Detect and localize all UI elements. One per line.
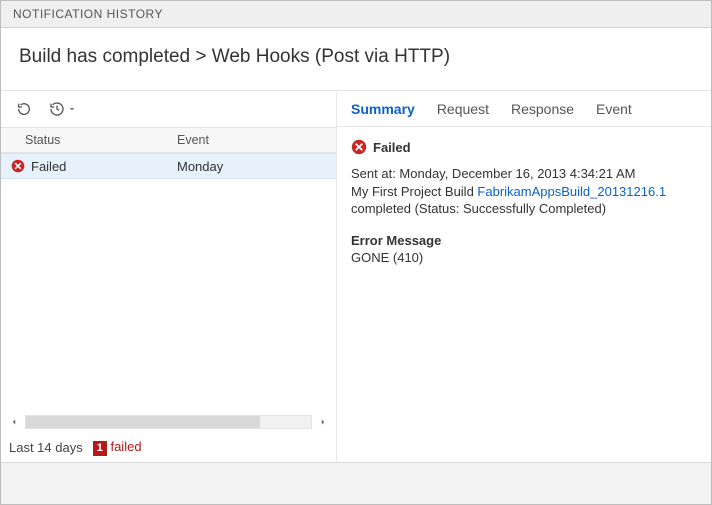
build-line-post: completed (Status: Successfully Complete… (351, 201, 606, 216)
error-icon (351, 139, 367, 155)
tab-request[interactable]: Request (437, 101, 489, 117)
error-icon (11, 159, 25, 173)
failed-filter-link[interactable]: failed (110, 439, 141, 454)
build-line: My First Project Build FabrikamAppsBuild… (351, 183, 697, 218)
history-icon (49, 101, 65, 117)
page-title: Build has completed > Web Hooks (Post vi… (1, 28, 711, 90)
window-titlebar: NOTIFICATION HISTORY (1, 1, 711, 28)
sent-at-value: Monday, December 16, 2013 4:34:21 AM (399, 166, 635, 181)
chevron-left-icon (9, 417, 19, 427)
scroll-thumb[interactable] (26, 416, 260, 428)
sent-at-prefix: Sent at: (351, 166, 399, 181)
failed-count-badge: 1 (93, 441, 107, 456)
range-label: Last 14 days (9, 440, 83, 455)
build-line-pre: My First Project Build (351, 184, 477, 199)
scroll-left-button[interactable] (7, 415, 21, 429)
row-status: Failed (31, 159, 66, 174)
table-row[interactable]: Failed Monday (1, 153, 336, 179)
history-list-pane: Status Event Failed Monday (1, 91, 336, 462)
tab-summary[interactable]: Summary (351, 101, 415, 117)
col-header-status[interactable]: Status (1, 128, 169, 152)
sent-at-line: Sent at: Monday, December 16, 2013 4:34:… (351, 165, 697, 183)
col-header-event[interactable]: Event (169, 128, 336, 152)
scroll-right-button[interactable] (316, 415, 330, 429)
error-heading: Error Message (351, 232, 697, 250)
build-link[interactable]: FabrikamAppsBuild_20131216.1 (477, 184, 666, 199)
horizontal-scrollbar[interactable] (1, 412, 336, 432)
tab-event[interactable]: Event (596, 101, 632, 117)
refresh-button[interactable] (13, 98, 35, 120)
chevron-down-icon (67, 104, 77, 114)
detail-status: Failed (373, 140, 411, 155)
scroll-track[interactable] (25, 415, 312, 429)
refresh-icon (16, 101, 32, 117)
tab-response[interactable]: Response (511, 101, 574, 117)
detail-pane: Summary Request Response Event Failed Se… (336, 91, 711, 462)
window-footer (1, 462, 711, 504)
history-table-header: Status Event (1, 127, 336, 153)
row-event: Monday (169, 159, 336, 174)
history-range-dropdown[interactable] (49, 101, 77, 117)
error-body: GONE (410) (351, 249, 697, 267)
chevron-right-icon (318, 417, 328, 427)
